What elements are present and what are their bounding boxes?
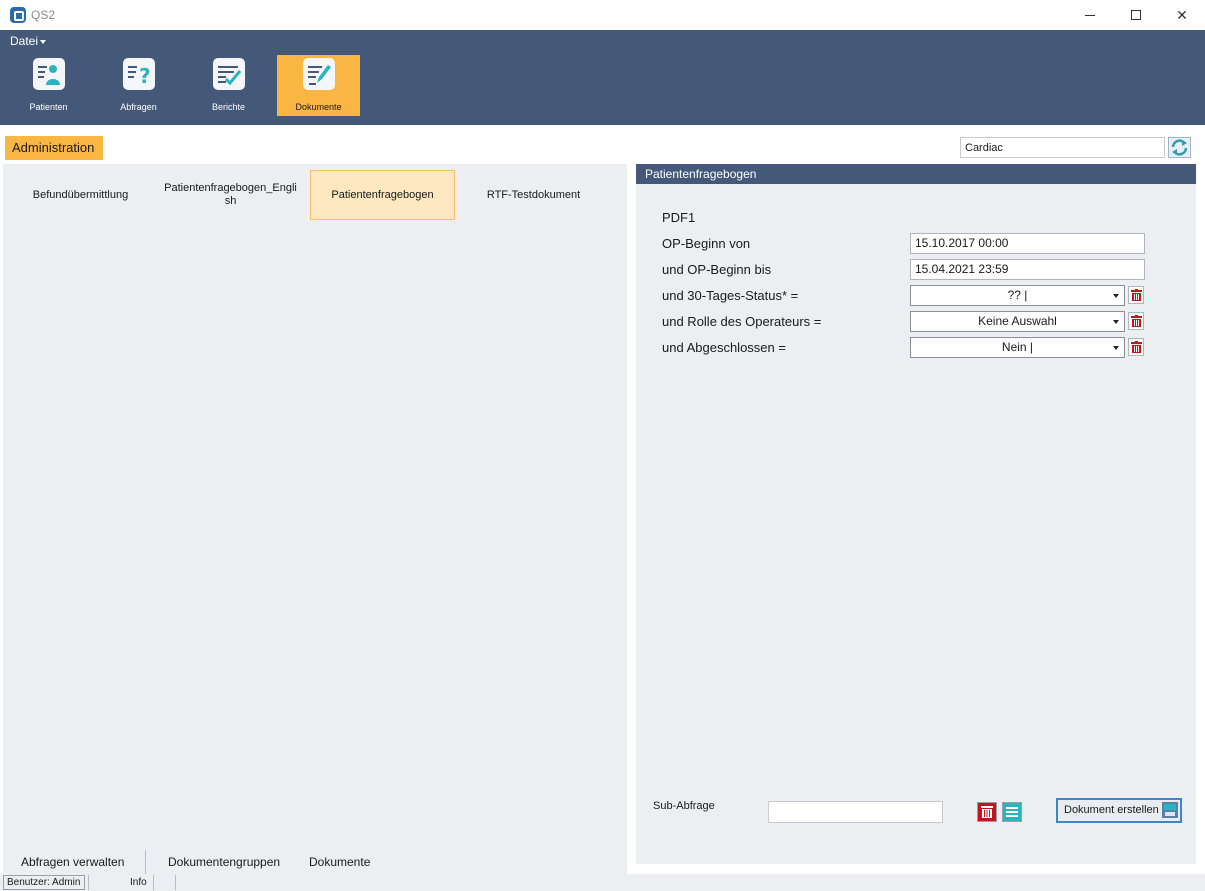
op-beginn-bis-field[interactable]: 15.04.2021 23:59 [910, 259, 1145, 280]
status-divider [88, 875, 89, 890]
sub-abfrage-list-button[interactable] [1002, 802, 1022, 822]
chevron-down-icon [1113, 294, 1119, 298]
status-user: Benutzer: Admin [3, 875, 85, 890]
tages-status-value: ?? | [1007, 288, 1028, 302]
trash-icon [1131, 289, 1142, 301]
tab-dokumente[interactable]: Dokumente [309, 855, 370, 869]
clear-abgeschlossen-button[interactable] [1128, 338, 1144, 356]
rolle-operateur-value: Keine Auswahl [978, 314, 1057, 328]
ribbon-button-abfragen[interactable]: ? Abfragen [97, 55, 180, 116]
close-button[interactable]: ✕ [1159, 0, 1205, 30]
trash-icon [1131, 315, 1142, 327]
ribbon-button-label: Berichte [211, 102, 246, 112]
chevron-down-icon [1113, 346, 1119, 350]
rolle-operateur-select[interactable]: Keine Auswahl [910, 311, 1125, 332]
document-tile[interactable]: Patientenfragebogen_English [158, 170, 303, 220]
op-beginn-bis-label: und OP-Beginn bis [662, 262, 772, 277]
chevron-down-icon [1113, 320, 1119, 324]
ribbon-button-berichte[interactable]: Berichte [187, 55, 270, 116]
create-document-label: Dokument erstellen [1064, 804, 1159, 816]
document-export-icon [1162, 802, 1178, 818]
sub-abfrage-label: Sub-Abfrage [653, 800, 715, 812]
trash-icon [1131, 341, 1142, 353]
abgeschlossen-value: Nein | [1001, 340, 1034, 354]
chevron-down-icon [40, 39, 47, 44]
maximize-icon [1131, 10, 1141, 20]
tages-status-label: und 30-Tages-Status* = [662, 288, 799, 303]
op-beginn-von-label: OP-Beginn von [662, 236, 751, 251]
app-logo-icon [10, 7, 26, 23]
window-title: QS2 [31, 8, 56, 22]
maximize-button[interactable] [1113, 0, 1159, 30]
trash-icon [978, 803, 996, 821]
report-icon [213, 58, 245, 90]
tab-dokumentengruppen[interactable]: Dokumentengruppen [168, 855, 280, 869]
document-tile[interactable]: RTF-Testdokument [461, 170, 606, 220]
create-document-button[interactable]: Dokument erstellen [1056, 798, 1182, 823]
status-divider [153, 875, 154, 890]
tab-divider [145, 850, 146, 874]
query-icon: ? [123, 58, 155, 90]
close-icon: ✕ [1176, 6, 1188, 23]
refresh-icon [1171, 139, 1188, 156]
minimize-icon [1085, 14, 1095, 16]
format-label: PDF1 [662, 210, 696, 225]
document-parameter-panel: Patientenfragebogen PDF1 OP-Beginn von 1… [636, 164, 1196, 864]
document-tile-label: Patientenfragebogen [331, 188, 434, 201]
datei-menu-label: Datei [10, 34, 39, 48]
refresh-button[interactable] [1168, 137, 1191, 158]
status-info[interactable]: Info [130, 876, 147, 889]
document-tile-selected[interactable]: Patientenfragebogen [310, 170, 455, 220]
status-bar: Benutzer: Admin Info [0, 874, 1205, 891]
clear-rolle-operateur-button[interactable] [1128, 312, 1144, 330]
clear-sub-abfrage-button[interactable] [977, 802, 997, 822]
ribbon-button-label: Dokumente [295, 102, 342, 112]
document-tile-label: RTF-Testdokument [486, 188, 581, 201]
ribbon-button-dokumente[interactable]: Dokumente [277, 55, 360, 116]
status-divider [175, 875, 176, 890]
patient-icon [33, 58, 65, 90]
document-list-panel: Befundübermittlung Patientenfragebogen_E… [3, 164, 627, 850]
tages-status-select[interactable]: ?? | [910, 285, 1125, 306]
sub-abfrage-input[interactable] [768, 801, 943, 823]
svg-text:?: ? [139, 64, 151, 88]
tab-administration[interactable]: Administration [5, 136, 103, 160]
ribbon: Datei Patienten ? Abfragen Berichte Doku… [0, 30, 1205, 125]
ribbon-button-label: Patienten [29, 102, 68, 112]
title-bar: QS2 ✕ [0, 0, 1205, 30]
abgeschlossen-select[interactable]: Nein | [910, 337, 1125, 358]
op-beginn-von-field[interactable]: 15.10.2017 00:00 [910, 233, 1145, 254]
document-tile-label: Patientenfragebogen_English [164, 182, 297, 207]
tab-abfragen-verwalten[interactable]: Abfragen verwalten [21, 855, 124, 869]
rolle-operateur-label: und Rolle des Operateurs = [662, 314, 822, 329]
ribbon-button-patienten[interactable]: Patienten [7, 55, 90, 116]
datei-menu[interactable]: Datei [10, 34, 47, 48]
abgeschlossen-label: und Abgeschlossen = [662, 340, 786, 355]
bottom-tab-bar: Abfragen verwalten Dokumentengruppen Dok… [3, 850, 627, 874]
clear-tages-status-button[interactable] [1128, 286, 1144, 304]
search-input[interactable] [960, 137, 1165, 158]
panel-title: Patientenfragebogen [636, 164, 1196, 184]
document-edit-icon [303, 58, 335, 90]
list-icon [1003, 803, 1021, 821]
document-tile-label: Befundübermittlung [32, 188, 129, 201]
ribbon-button-label: Abfragen [120, 102, 157, 112]
minimize-button[interactable] [1067, 0, 1113, 30]
document-tile[interactable]: Befundübermittlung [8, 170, 153, 220]
